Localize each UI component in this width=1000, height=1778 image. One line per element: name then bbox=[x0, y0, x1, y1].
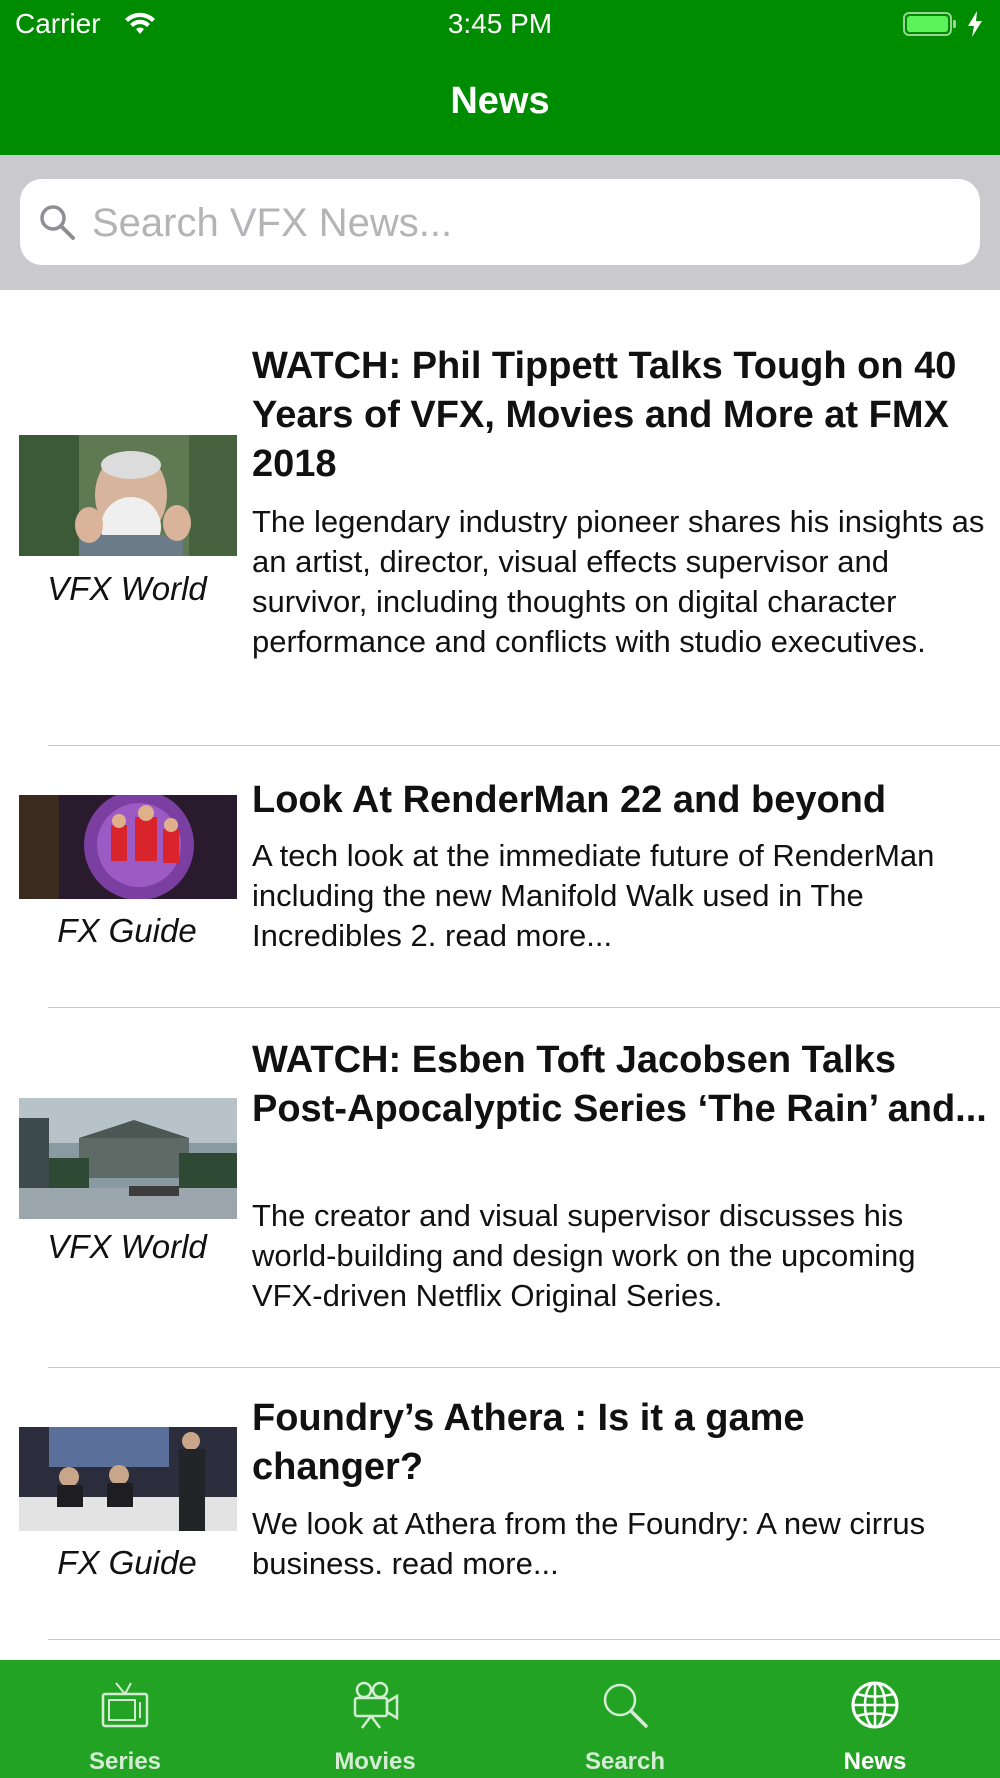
battery-icon bbox=[903, 12, 956, 36]
search-icon bbox=[603, 1683, 648, 1728]
clock: 3:45 PM bbox=[447, 8, 553, 39]
tab-movies[interactable]: Movies bbox=[250, 1660, 500, 1778]
divider bbox=[48, 1639, 1000, 1640]
search-box[interactable] bbox=[20, 179, 980, 267]
tab-news[interactable]: News bbox=[750, 1660, 1000, 1778]
tab-label: Series bbox=[88, 1748, 162, 1775]
news-item[interactable]: VFX World WATCH: Esben Toft Jacobsen Tal… bbox=[0, 1008, 1000, 1368]
tab-label: News bbox=[843, 1748, 907, 1775]
status-bar: Carrier 3:45 PM bbox=[0, 0, 1000, 50]
tv-icon bbox=[101, 1682, 149, 1728]
news-item[interactable]: VFX World WATCH: Phil Tippett Talks Toug… bbox=[0, 290, 1000, 746]
article-headline: Foundry’s Athera : Is it a game changer? bbox=[252, 1397, 805, 1488]
globe-icon bbox=[851, 1681, 899, 1729]
article-thumbnail bbox=[19, 1427, 237, 1531]
search-input[interactable] bbox=[90, 179, 954, 267]
article-thumbnail bbox=[19, 1098, 237, 1219]
tab-label: Search bbox=[584, 1748, 666, 1775]
nav-bar: News bbox=[0, 50, 1000, 155]
page-title: News bbox=[450, 80, 550, 122]
tab-bar: Series Movies Search News bbox=[0, 1660, 1000, 1778]
article-source: FX Guide bbox=[57, 1544, 197, 1581]
tab-search[interactable]: Search bbox=[500, 1660, 750, 1778]
charging-bolt-icon bbox=[968, 11, 982, 37]
article-source: FX Guide bbox=[57, 912, 197, 949]
news-item[interactable]: FX Guide Foundry’s Athera : Is it a game… bbox=[0, 1368, 1000, 1640]
article-source: VFX World bbox=[47, 570, 207, 607]
search-section bbox=[0, 155, 1000, 290]
article-headline: WATCH: Esben Toft Jacobsen Talks Post-Ap… bbox=[252, 1039, 987, 1130]
article-thumbnail bbox=[19, 795, 237, 899]
article-summary: The legendary industry pioneer shares hi… bbox=[252, 504, 985, 659]
movie-camera-icon bbox=[353, 1681, 399, 1729]
article-source: VFX World bbox=[47, 1228, 207, 1265]
tab-series[interactable]: Series bbox=[0, 1660, 250, 1778]
article-headline: WATCH: Phil Tippett Talks Tough on 40 Ye… bbox=[252, 345, 957, 485]
article-summary: A tech look at the immediate future of R… bbox=[252, 838, 935, 953]
article-thumbnail bbox=[19, 435, 237, 556]
article-summary: We look at Athera from the Foundry: A ne… bbox=[252, 1506, 926, 1581]
search-icon bbox=[40, 205, 75, 240]
article-summary: The creator and visual supervisor discus… bbox=[252, 1198, 916, 1313]
article-headline: Look At RenderMan 22 and beyond bbox=[252, 779, 887, 821]
tab-label: Movies bbox=[334, 1748, 416, 1775]
news-item[interactable]: FX Guide Look At RenderMan 22 and beyond… bbox=[0, 746, 1000, 1008]
